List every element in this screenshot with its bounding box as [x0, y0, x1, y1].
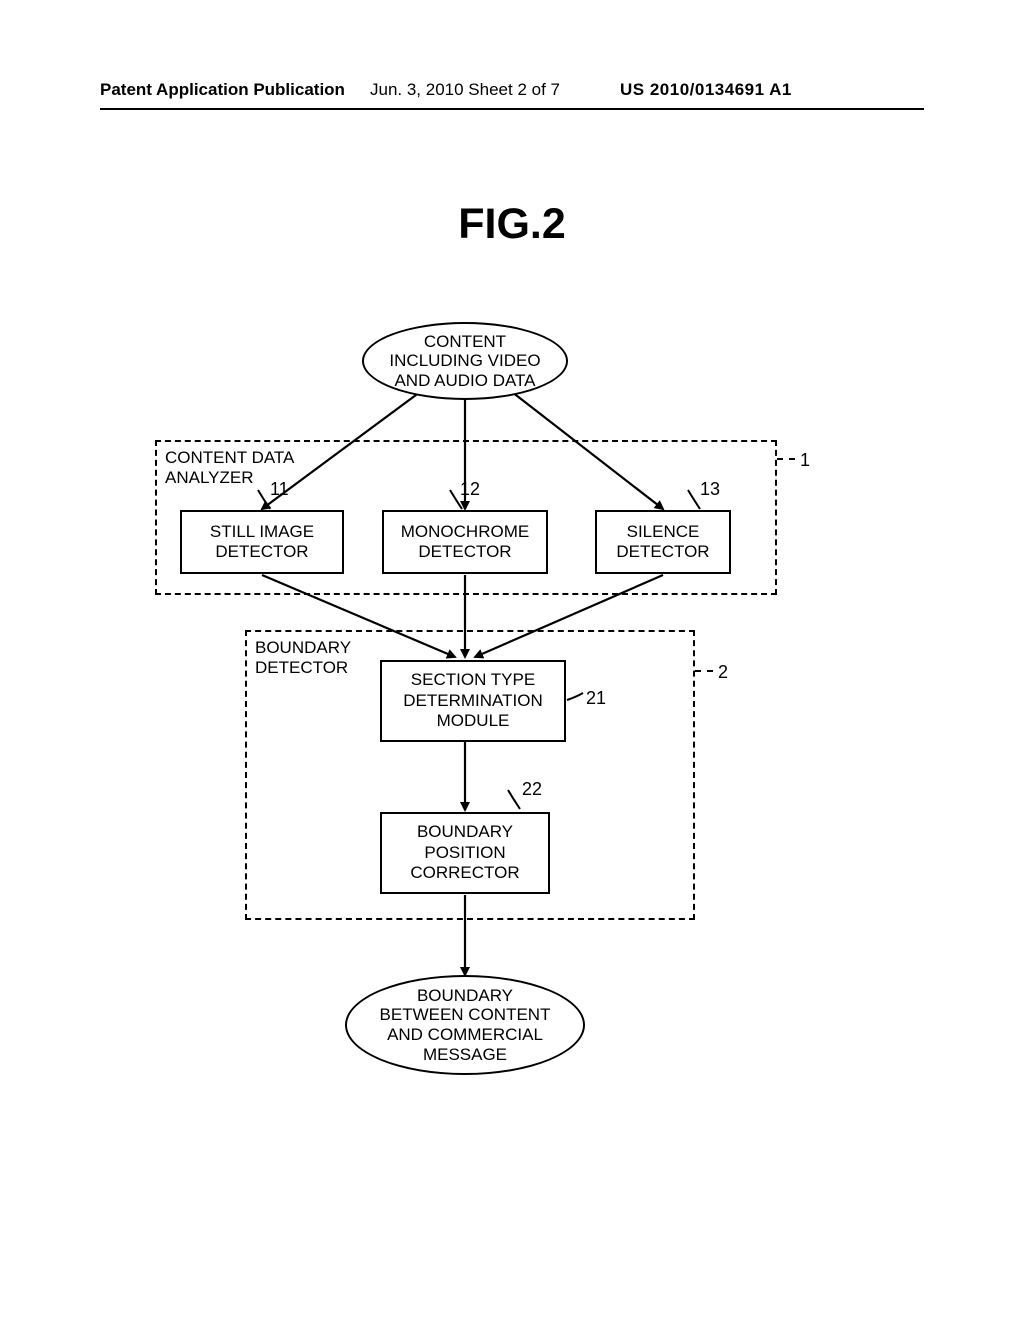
ref-12: 12: [460, 479, 480, 500]
header-center: Jun. 3, 2010 Sheet 2 of 7: [370, 80, 560, 100]
boundary-corrector-box: BOUNDARY POSITION CORRECTOR: [380, 812, 550, 894]
header-rule: [100, 108, 924, 110]
section-type-module-box: SECTION TYPE DETERMINATION MODULE: [380, 660, 566, 742]
ref-11: 11: [270, 479, 289, 500]
ref-2: 2: [718, 662, 728, 683]
leader-ref-1: [777, 458, 795, 460]
figure-title: FIG.2: [0, 200, 1024, 249]
header-right: US 2010/0134691 A1: [620, 80, 792, 100]
boundary-detector-label: BOUNDARY DETECTOR: [255, 638, 351, 677]
ref-21: 21: [586, 688, 606, 709]
monochrome-detector-text: MONOCHROME DETECTOR: [401, 522, 529, 563]
still-image-detector-box: STILL IMAGE DETECTOR: [180, 510, 344, 574]
ref-22: 22: [522, 779, 542, 800]
silence-detector-box: SILENCE DETECTOR: [595, 510, 731, 574]
header-left: Patent Application Publication: [100, 80, 345, 100]
input-content-ellipse: CONTENT INCLUDING VIDEO AND AUDIO DATA: [362, 322, 568, 400]
section-type-module-text: SECTION TYPE DETERMINATION MODULE: [403, 670, 542, 731]
output-boundary-text: BOUNDARY BETWEEN CONTENT AND COMMERCIAL …: [380, 986, 551, 1064]
still-image-detector-text: STILL IMAGE DETECTOR: [210, 522, 314, 563]
ref-1: 1: [800, 450, 810, 471]
output-boundary-ellipse: BOUNDARY BETWEEN CONTENT AND COMMERCIAL …: [345, 975, 585, 1075]
leader-ref-2: [695, 670, 713, 672]
ref-13: 13: [700, 479, 720, 500]
silence-detector-text: SILENCE DETECTOR: [616, 522, 709, 563]
monochrome-detector-box: MONOCHROME DETECTOR: [382, 510, 548, 574]
boundary-corrector-text: BOUNDARY POSITION CORRECTOR: [410, 822, 519, 883]
input-content-text: CONTENT INCLUDING VIDEO AND AUDIO DATA: [389, 332, 540, 391]
